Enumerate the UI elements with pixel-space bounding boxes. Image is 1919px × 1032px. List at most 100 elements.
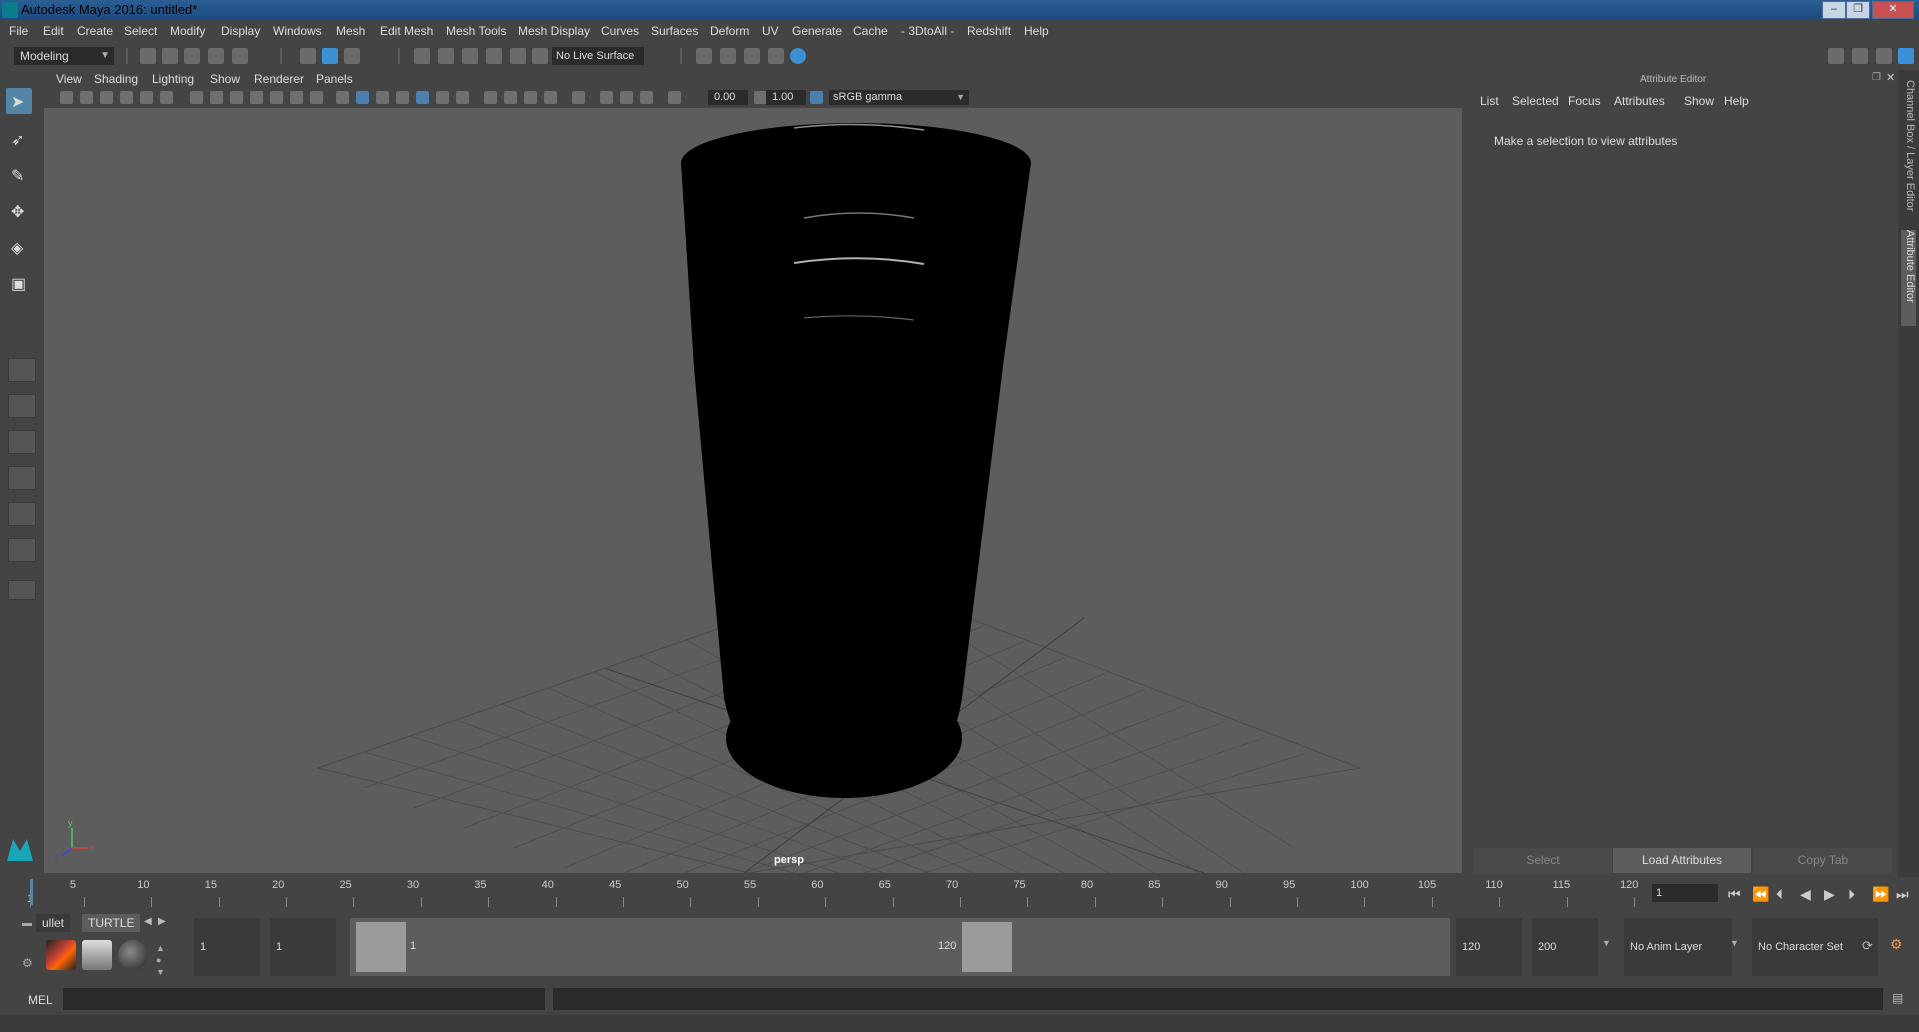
ae-menu-selected[interactable]: Selected [1512,94,1559,108]
play-backwards-icon[interactable]: ◀ [1800,886,1811,903]
grid-icon[interactable] [190,91,203,104]
attribute-editor-tab[interactable]: Attribute Editor [1901,230,1916,326]
open-scene-icon[interactable] [162,48,178,64]
snap-to-curve-icon[interactable] [438,48,454,64]
playback-start-field[interactable]: 1 [270,918,336,976]
four-view-layout-button[interactable] [8,394,36,418]
panel-menu-shading[interactable]: Shading [94,72,138,86]
menu-file[interactable]: File [9,24,28,38]
motion-blur-icon[interactable] [504,91,517,104]
tool-settings-icon[interactable] [1852,48,1868,64]
range-end-handle[interactable] [962,922,1012,972]
step-forward-key-icon[interactable]: ⏩ [1872,886,1889,903]
gate-mask-icon[interactable] [250,91,263,104]
paint-select-tool[interactable]: ✎ [6,162,32,188]
channel-box-toggle-icon[interactable] [1898,48,1914,64]
animation-start-field[interactable]: 1 [194,918,260,976]
render-settings-icon[interactable] [696,48,712,64]
select-by-hierarchy-icon[interactable] [300,48,316,64]
gamma-field[interactable]: 1.00 [766,90,806,105]
render-current-frame-icon[interactable] [720,48,736,64]
new-scene-icon[interactable] [140,48,156,64]
menu-surfaces[interactable]: Surfaces [651,24,698,38]
menu-create[interactable]: Create [77,24,113,38]
menu-edit-mesh[interactable]: Edit Mesh [380,24,433,38]
undo-icon[interactable] [208,48,224,64]
lasso-tool[interactable]: ➶ [6,126,32,152]
menu-uv[interactable]: UV [762,24,779,38]
ae-menu-attributes[interactable]: Attributes [1614,94,1665,108]
resolution-gate-icon[interactable] [230,91,243,104]
bookmark-icon[interactable] [100,91,113,104]
exposure-icon[interactable] [668,91,681,104]
menu-3dtoall[interactable]: - 3DtoAll - [901,24,954,38]
ae-menu-focus[interactable]: Focus [1568,94,1601,108]
menu-edit[interactable]: Edit [43,24,64,38]
snap-to-grid-icon[interactable] [414,48,430,64]
xray-joints-icon[interactable] [620,91,633,104]
load-attributes-button[interactable]: Load Attributes [1613,848,1751,873]
character-set-dropdown[interactable]: No Character Set [1752,918,1878,976]
camera-icon[interactable] [60,91,73,104]
persp-outliner-layout-button[interactable] [8,430,36,454]
perspective-viewport[interactable]: y x z persp [44,108,1462,873]
menu-redshift[interactable]: Redshift [967,24,1011,38]
shelf-scroll-icon[interactable]: ▲ ● ▼ [156,942,165,978]
menu-windows[interactable]: Windows [273,24,322,38]
ae-menu-list[interactable]: List [1480,94,1499,108]
hypershade-icon[interactable] [790,48,806,64]
time-slider[interactable]: 1510152025303540455055606570758085909510… [27,877,1642,907]
persp-graph-layout-button[interactable] [8,466,36,490]
minimize-button[interactable]: – [1822,1,1846,19]
current-time-indicator[interactable] [30,879,33,905]
menu-mesh-tools[interactable]: Mesh Tools [446,24,506,38]
outliner-layout-button[interactable] [8,538,36,562]
use-all-lights-icon[interactable] [436,91,449,104]
menu-cache[interactable]: Cache [853,24,888,38]
panel-menu-lighting[interactable]: Lighting [152,72,194,86]
wireframe-on-shaded-icon[interactable] [396,91,409,104]
color-management-icon[interactable] [810,91,823,104]
menu-select[interactable]: Select [124,24,157,38]
make-live-icon[interactable] [510,48,526,64]
camera-attributes-icon[interactable] [80,91,93,104]
select-button[interactable]: Select [1474,848,1612,873]
turtle-render-icon[interactable] [46,940,76,970]
textured-icon[interactable] [416,91,429,104]
snap-to-point-icon[interactable] [462,48,478,64]
close-button[interactable]: ✕ [1872,1,1914,19]
step-back-key-icon[interactable]: ⏪ [1752,886,1769,903]
menu-generate[interactable]: Generate [792,24,842,38]
menu-display[interactable]: Display [221,24,260,38]
save-scene-icon[interactable] [184,48,200,64]
modeling-toolkit-icon[interactable] [1828,48,1844,64]
chevron-down-icon[interactable]: ▼ [1730,938,1739,948]
time-ruler[interactable]: 1510152025303540455055606570758085909510… [27,877,1642,907]
anim-layer-dropdown[interactable]: No Anim Layer [1624,918,1732,976]
smooth-shade-icon[interactable] [356,91,369,104]
ae-menu-show[interactable]: Show [1684,94,1714,108]
outliner-icon[interactable] [1876,48,1892,64]
exposure-field[interactable]: 0.00 [708,90,748,105]
script-language-toggle[interactable]: MEL [28,993,53,1007]
use-default-material-icon[interactable] [376,91,389,104]
panel-menu-show[interactable]: Show [210,72,240,86]
scale-tool[interactable]: ▣ [6,270,32,296]
more-layouts-button[interactable] [8,580,36,600]
2d-pan-zoom-icon[interactable] [140,91,153,104]
ae-menu-help[interactable]: Help [1724,94,1749,108]
mel-command-input[interactable] [63,988,545,1010]
close-panel-icon[interactable]: ✕ [1886,71,1895,84]
wireframe-icon[interactable] [336,91,349,104]
safe-title-icon[interactable] [310,91,323,104]
menu-deform[interactable]: Deform [710,24,749,38]
menu-set-dropdown[interactable]: Modeling ▼ [14,47,114,65]
snap-to-view-plane-icon[interactable] [486,48,502,64]
shelf-scroll-left-icon[interactable]: ◀ [144,916,152,927]
render-view-icon[interactable] [768,48,784,64]
safe-action-icon[interactable] [290,91,303,104]
anti-aliasing-icon[interactable] [524,91,537,104]
turtle-bake-icon[interactable] [82,940,112,970]
move-tool[interactable]: ✥ [6,198,32,224]
xray-icon[interactable] [600,91,613,104]
